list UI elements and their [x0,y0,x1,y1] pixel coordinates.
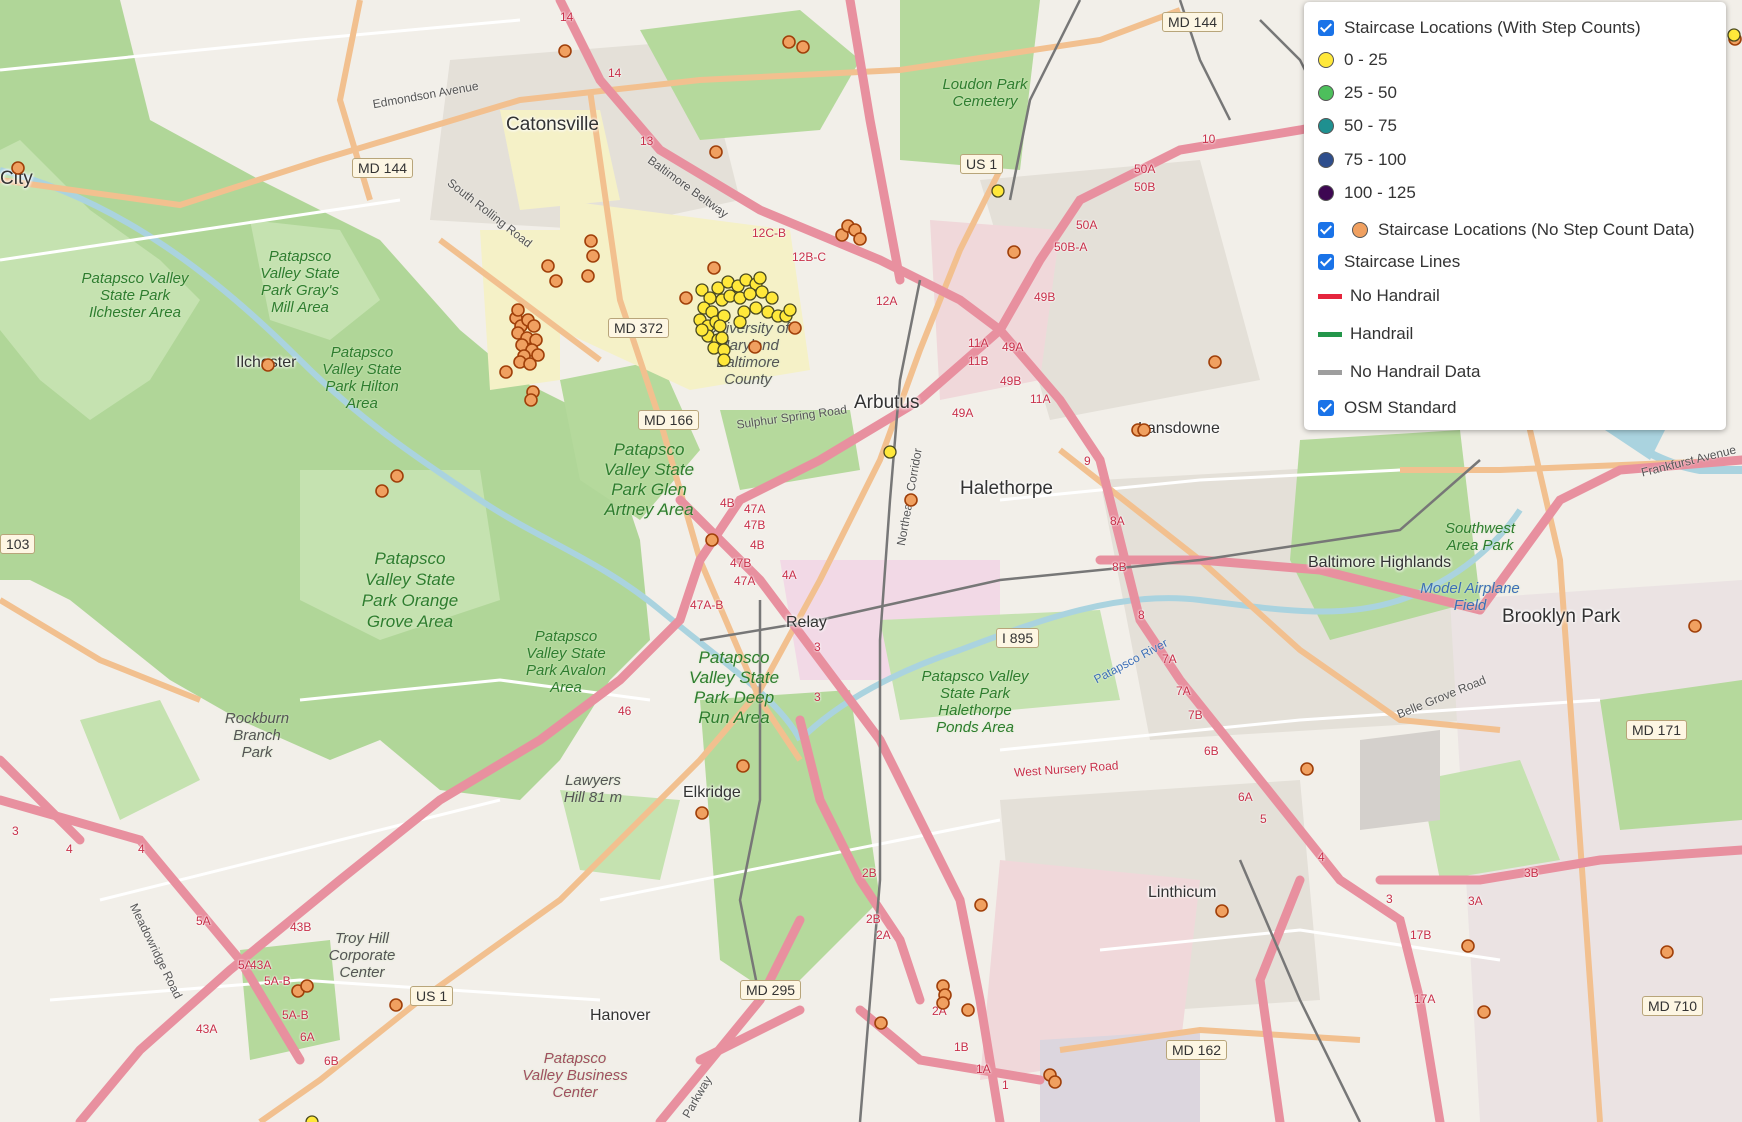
layer-toggle-no-step-count[interactable]: Staircase Locations (No Step Count Data) [1318,216,1695,244]
staircase-marker-0-25[interactable] [749,301,763,315]
staircase-marker-0-25[interactable] [753,271,767,285]
staircase-marker-no-data[interactable] [558,44,572,58]
staircase-marker-no-data[interactable] [524,393,538,407]
layer-label: Staircase Locations (No Step Count Data) [1378,220,1695,239]
staircase-marker-no-data[interactable] [375,484,389,498]
staircase-marker-0-25[interactable] [1727,28,1741,42]
legend-line-handrail: Handrail [1318,320,1413,348]
staircase-marker-no-data[interactable] [853,232,867,246]
legend-range-50-75: 50 - 75 [1318,112,1397,140]
staircase-marker-0-25[interactable] [991,184,1005,198]
staircase-marker-no-data[interactable] [523,357,537,371]
staircase-marker-0-25[interactable] [783,303,797,317]
staircase-marker-no-data[interactable] [695,806,709,820]
staircase-marker-no-data[interactable] [1688,619,1702,633]
staircase-marker-no-data[interactable] [904,493,918,507]
legend-label: 75 - 100 [1344,150,1407,169]
staircase-marker-0-25[interactable] [695,323,709,337]
staircase-marker-no-data[interactable] [549,274,563,288]
staircase-marker-no-data[interactable] [581,269,595,283]
staircase-marker-no-data[interactable] [679,291,693,305]
legend-range-25-50: 25 - 50 [1318,79,1397,107]
staircase-marker-no-data[interactable] [936,996,950,1010]
red-line-icon [1318,293,1342,299]
staircase-marker-no-data[interactable] [389,998,403,1012]
staircase-marker-no-data[interactable] [748,340,762,354]
green-line-icon [1318,331,1342,337]
staircase-marker-no-data[interactable] [586,249,600,263]
layer-label: Staircase Lines [1344,252,1461,271]
staircase-marker-no-data[interactable] [1477,1005,1491,1019]
orange-dot-icon [1352,222,1368,238]
staircase-marker-no-data[interactable] [1461,939,1475,953]
map[interactable]: Catonsville Arbutus Halethorpe Relay Elk… [0,0,1742,1122]
layer-toggle-osm-standard[interactable]: OSM Standard [1318,394,1456,422]
layer-control-legend: Staircase Locations (With Step Counts) 0… [1304,2,1726,430]
legend-range-0-25: 0 - 25 [1318,46,1387,74]
legend-line-no-handrail: No Handrail [1318,282,1440,310]
staircase-marker-no-data[interactable] [584,234,598,248]
legend-label: 50 - 75 [1344,116,1397,135]
staircase-marker-no-data[interactable] [1137,423,1151,437]
staircase-marker-no-data[interactable] [1208,355,1222,369]
legend-label: 25 - 50 [1344,83,1397,102]
legend-line-no-handrail-data: No Handrail Data [1318,358,1480,386]
legend-label: No Handrail [1350,286,1440,305]
layer-toggle-staircase-lines[interactable]: Staircase Lines [1318,248,1460,276]
layer-label: OSM Standard [1344,398,1457,417]
staircase-marker-0-25[interactable] [765,291,779,305]
teal-dot-icon [1318,118,1334,134]
purple-dot-icon [1318,185,1334,201]
staircase-marker-no-data[interactable] [499,365,513,379]
checkbox-osm-standard[interactable] [1318,400,1334,416]
legend-range-75-100: 75 - 100 [1318,146,1406,174]
staircase-marker-no-data[interactable] [874,1016,888,1030]
staircase-marker-no-data[interactable] [709,145,723,159]
yellow-dot-icon [1318,52,1334,68]
staircase-marker-0-25[interactable] [733,315,747,329]
staircase-marker-no-data[interactable] [782,35,796,49]
staircase-marker-no-data[interactable] [1007,245,1021,259]
staircase-marker-no-data[interactable] [707,261,721,275]
staircase-marker-no-data[interactable] [736,759,750,773]
staircase-marker-no-data[interactable] [796,40,810,54]
layer-toggle-with-step-counts[interactable]: Staircase Locations (With Step Counts) [1318,14,1641,42]
staircase-marker-0-25[interactable] [717,353,731,367]
checkbox-with-step-counts[interactable] [1318,20,1334,36]
staircase-marker-no-data[interactable] [541,259,555,273]
legend-label: 100 - 125 [1344,183,1416,202]
staircase-marker-no-data[interactable] [11,161,25,175]
staircase-marker-no-data[interactable] [527,319,541,333]
staircase-marker-no-data[interactable] [961,1003,975,1017]
staircase-marker-no-data[interactable] [1048,1075,1062,1089]
staircase-marker-no-data[interactable] [1215,904,1229,918]
staircase-marker-0-25[interactable] [883,445,897,459]
blue-dot-icon [1318,152,1334,168]
staircase-marker-no-data[interactable] [974,898,988,912]
staircase-marker-no-data[interactable] [788,321,802,335]
green-dot-icon [1318,85,1334,101]
staircase-marker-0-25[interactable] [715,331,729,345]
staircase-marker-0-25[interactable] [305,1115,319,1122]
checkbox-staircase-lines[interactable] [1318,254,1334,270]
staircase-marker-no-data[interactable] [390,469,404,483]
staircase-marker-0-25[interactable] [743,287,757,301]
legend-label: Handrail [1350,324,1414,343]
staircase-marker-no-data[interactable] [1300,762,1314,776]
legend-label: No Handrail Data [1350,362,1481,381]
staircase-marker-no-data[interactable] [1660,945,1674,959]
checkbox-no-step-count[interactable] [1318,222,1334,238]
staircase-marker-no-data[interactable] [705,533,719,547]
gray-line-icon [1318,369,1342,375]
legend-label: 0 - 25 [1344,50,1388,69]
staircase-marker-no-data[interactable] [511,303,525,317]
layer-label: Staircase Locations (With Step Counts) [1344,18,1641,37]
staircase-marker-no-data[interactable] [300,979,314,993]
staircase-marker-no-data[interactable] [261,358,275,372]
staircase-marker-0-25[interactable] [713,319,727,333]
legend-range-100-125: 100 - 125 [1318,179,1416,207]
